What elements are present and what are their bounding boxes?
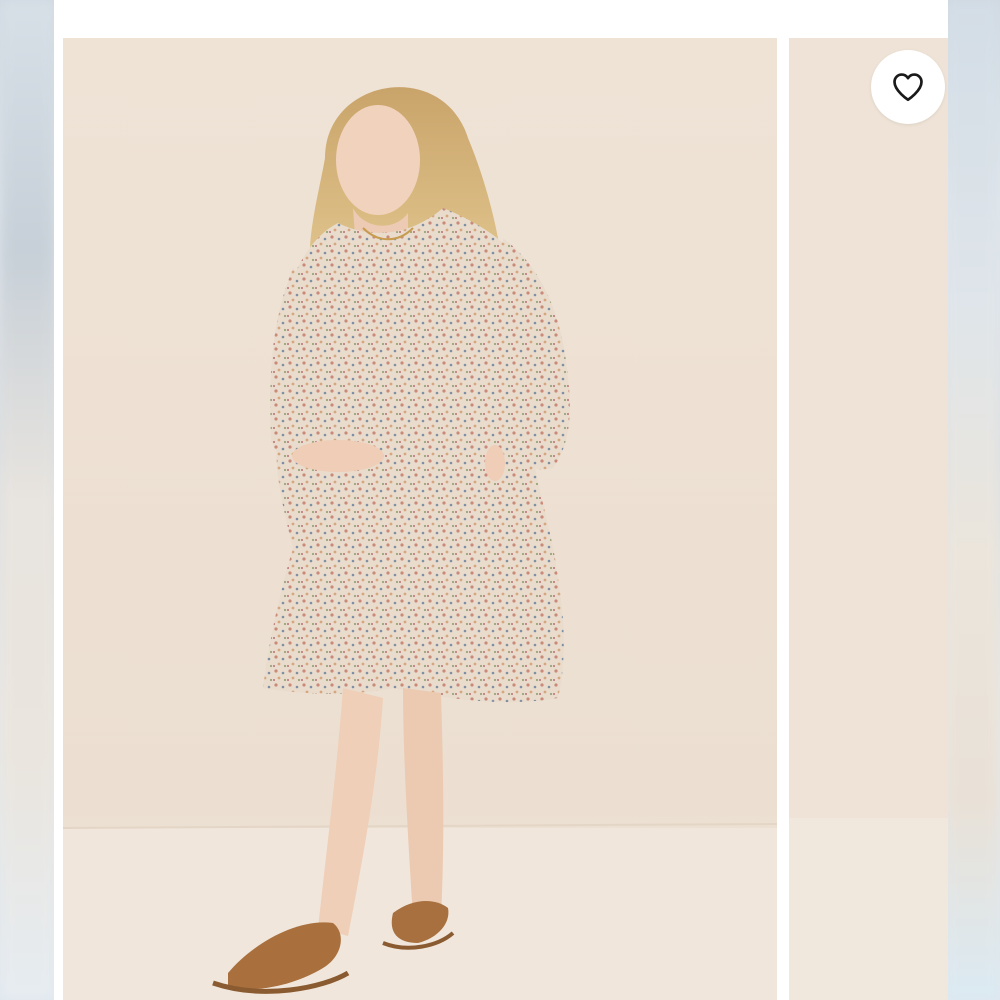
carousel-slide-next[interactable] <box>789 38 948 1000</box>
product-photo <box>63 38 777 1000</box>
next-product-photo <box>789 38 948 1000</box>
favorite-button[interactable] <box>871 50 945 124</box>
heart-icon <box>893 73 923 102</box>
image-carousel[interactable] <box>63 38 948 1000</box>
blurred-background-left <box>0 0 56 1000</box>
blurred-background-right <box>944 0 1000 1000</box>
app-viewport <box>0 0 1000 1000</box>
listing-page <box>54 0 948 1000</box>
carousel-slide-main[interactable] <box>63 38 777 1000</box>
